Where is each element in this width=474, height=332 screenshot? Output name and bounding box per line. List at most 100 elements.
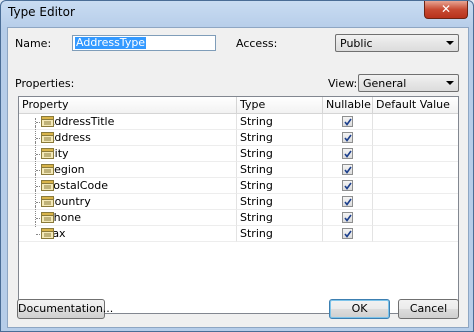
table-row[interactable]: Country String <box>19 190 458 210</box>
property-type: String <box>240 131 273 144</box>
documentation-button[interactable]: Documentation... <box>17 299 113 319</box>
default-value-cell[interactable] <box>373 226 458 242</box>
property-icon <box>41 132 54 143</box>
tree-line <box>35 222 36 227</box>
nullable-cell[interactable] <box>323 210 373 226</box>
nullable-checkbox[interactable] <box>342 180 353 191</box>
default-value-cell[interactable] <box>373 130 458 146</box>
property-cell[interactable]: PostalCode <box>19 174 237 194</box>
nullable-cell[interactable] <box>323 146 373 162</box>
table-row[interactable]: Address String <box>19 126 458 146</box>
tree-line <box>35 190 36 206</box>
nullable-cell[interactable] <box>323 114 373 130</box>
nullable-cell[interactable] <box>323 226 373 242</box>
property-cell[interactable]: City <box>19 142 237 162</box>
property-cell[interactable]: Country <box>19 190 237 210</box>
nullable-checkbox[interactable] <box>342 132 353 143</box>
view-dropdown[interactable]: General <box>358 74 459 92</box>
property-cell[interactable]: Phone <box>19 206 237 226</box>
checkmark-icon <box>344 214 352 222</box>
table-row[interactable]: PostalCode String <box>19 174 458 194</box>
default-value-cell[interactable] <box>373 146 458 162</box>
tree-line <box>35 142 36 158</box>
default-value-cell[interactable] <box>373 194 458 210</box>
column-header-default-value[interactable]: Default Value <box>373 97 458 113</box>
type-cell[interactable]: String <box>237 114 323 130</box>
nullable-checkbox[interactable] <box>342 164 353 175</box>
nullable-checkbox[interactable] <box>342 228 353 239</box>
tree-line <box>35 206 36 222</box>
access-dropdown-value: Public <box>340 37 373 50</box>
property-cell[interactable]: Fax <box>19 222 237 242</box>
table-row[interactable]: Fax String <box>19 222 458 242</box>
dialog-client-area: Name: AddressType Access: Public Propert… <box>7 27 469 328</box>
close-icon: ✕ <box>440 2 452 16</box>
checkmark-icon <box>344 198 352 206</box>
nullable-checkbox[interactable] <box>342 196 353 207</box>
checkmark-icon <box>344 134 352 142</box>
view-label: View: <box>328 77 358 90</box>
default-value-cell[interactable] <box>373 162 458 178</box>
type-cell[interactable]: String <box>237 194 323 210</box>
property-type: String <box>240 179 273 192</box>
ok-button[interactable]: OK <box>329 299 390 319</box>
nullable-checkbox[interactable] <box>342 148 353 159</box>
nullable-checkbox[interactable] <box>342 116 353 127</box>
column-header-property[interactable]: Property <box>19 97 237 113</box>
type-cell[interactable]: String <box>237 130 323 146</box>
property-icon <box>41 180 54 191</box>
property-type: String <box>240 195 273 208</box>
checkmark-icon <box>344 150 352 158</box>
close-button[interactable]: ✕ <box>424 1 468 19</box>
type-editor-window: Type Editor ✕ Name: AddressType Access: … <box>0 0 474 332</box>
default-value-cell[interactable] <box>373 178 458 194</box>
nullable-cell[interactable] <box>323 130 373 146</box>
name-input-value: AddressType <box>75 36 147 49</box>
type-cell[interactable]: String <box>237 210 323 226</box>
table-row[interactable]: AddressTitle String <box>19 114 458 134</box>
checkmark-icon <box>344 166 352 174</box>
default-value-cell[interactable] <box>373 210 458 226</box>
chevron-down-icon <box>446 81 454 85</box>
tree-line <box>35 126 36 142</box>
properties-grid[interactable]: Property Type Nullable Default Value Add… <box>18 96 459 314</box>
property-type: String <box>240 211 273 224</box>
table-row[interactable]: City String <box>19 142 458 162</box>
property-type: String <box>240 227 273 240</box>
access-label: Access: <box>236 37 278 50</box>
nullable-cell[interactable] <box>323 178 373 194</box>
cancel-button[interactable]: Cancel <box>398 299 459 319</box>
properties-label: Properties: <box>15 77 75 90</box>
name-input[interactable]: AddressType <box>72 35 216 51</box>
window-title: Type Editor <box>8 5 75 19</box>
name-label: Name: <box>15 37 52 50</box>
table-row[interactable]: Phone String <box>19 206 458 226</box>
property-name: AddressTitle <box>47 115 115 128</box>
property-cell[interactable]: Address <box>19 126 237 146</box>
property-cell[interactable]: Region <box>19 158 237 178</box>
column-header-nullable[interactable]: Nullable <box>323 97 373 113</box>
property-icon <box>41 228 54 239</box>
table-row[interactable]: Region String <box>19 158 458 178</box>
default-value-cell[interactable] <box>373 114 458 130</box>
checkmark-icon <box>344 230 352 238</box>
checkmark-icon <box>344 182 352 190</box>
column-header-type[interactable]: Type <box>237 97 323 113</box>
title-bar[interactable]: Type Editor ✕ <box>1 1 473 23</box>
property-cell[interactable]: AddressTitle <box>19 114 237 134</box>
property-icon <box>41 148 54 159</box>
type-cell[interactable]: String <box>237 162 323 178</box>
nullable-cell[interactable] <box>323 194 373 210</box>
nullable-checkbox[interactable] <box>342 212 353 223</box>
access-dropdown[interactable]: Public <box>335 34 459 52</box>
type-cell[interactable]: String <box>237 178 323 194</box>
type-cell[interactable]: String <box>237 146 323 162</box>
checkmark-icon <box>344 118 352 126</box>
nullable-cell[interactable] <box>323 162 373 178</box>
grid-header: Property Type Nullable Default Value <box>19 97 458 114</box>
view-dropdown-value: General <box>363 77 407 90</box>
type-cell[interactable]: String <box>237 226 323 242</box>
property-icon <box>41 164 54 175</box>
property-icon <box>41 116 54 127</box>
tree-line <box>35 158 36 174</box>
